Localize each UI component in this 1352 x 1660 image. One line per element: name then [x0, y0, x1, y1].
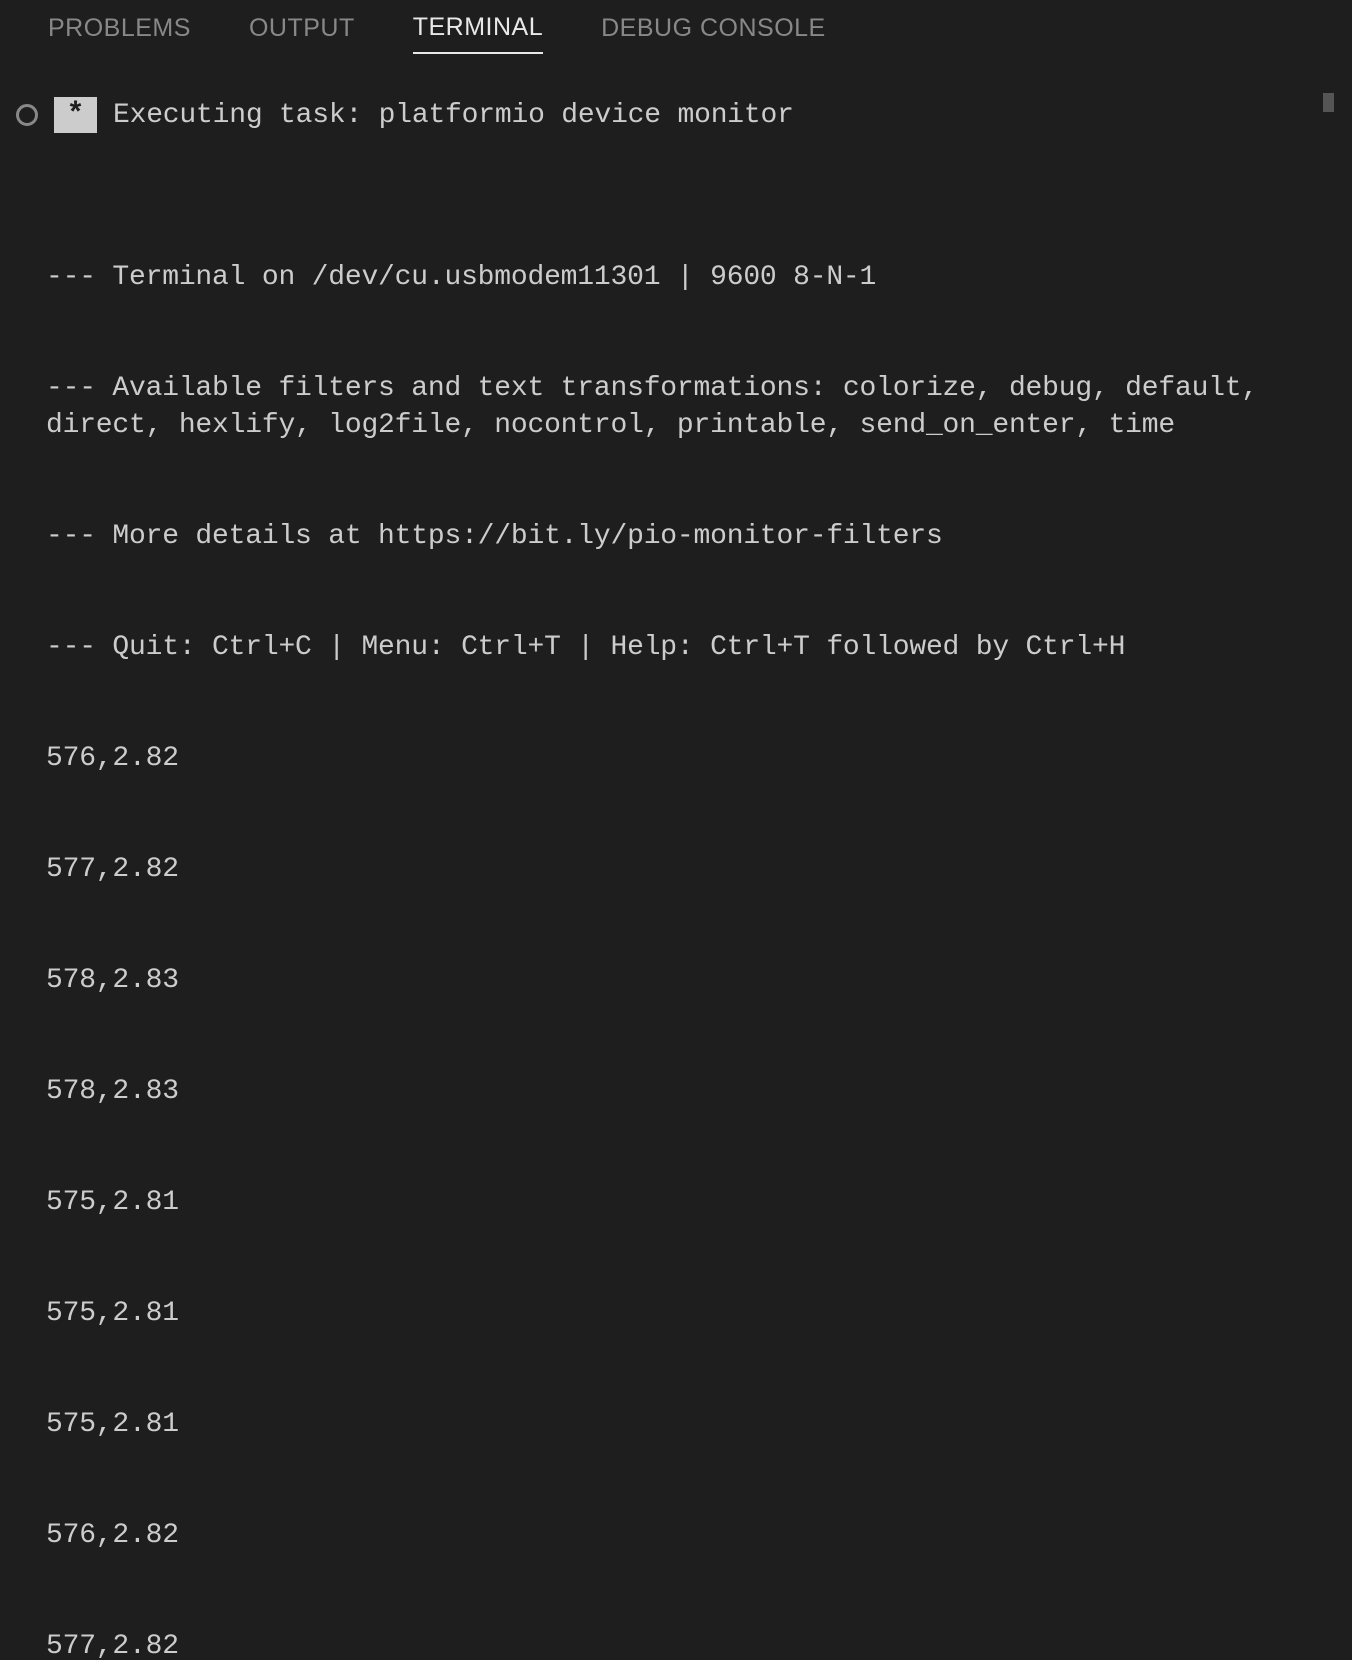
data-output-line: 577,2.82 — [46, 1628, 1352, 1660]
data-output-line: 578,2.83 — [46, 962, 1352, 999]
data-output-line: 576,2.82 — [46, 740, 1352, 777]
terminal-line: --- Quit: Ctrl+C | Menu: Ctrl+T | Help: … — [46, 629, 1352, 666]
terminal-panel[interactable]: * Executing task: platformio device moni… — [0, 67, 1352, 1660]
task-command-text: Executing task: platformio device monito… — [113, 100, 794, 131]
scrollbar-thumb[interactable] — [1323, 93, 1334, 112]
terminal-line: --- Terminal on /dev/cu.usbmodem11301 | … — [46, 259, 1352, 296]
terminal-line: --- Available filters and text transform… — [46, 370, 1352, 444]
data-output-line: 577,2.82 — [46, 851, 1352, 888]
tab-problems[interactable]: PROBLEMS — [48, 14, 191, 53]
terminal-line: --- More details at https://bit.ly/pio-m… — [46, 518, 1352, 555]
data-output-line: 576,2.82 — [46, 1517, 1352, 1554]
tab-debug-console[interactable]: DEBUG CONSOLE — [601, 14, 826, 53]
task-asterisk-badge: * — [54, 97, 97, 133]
terminal-output[interactable]: --- Terminal on /dev/cu.usbmodem11301 | … — [16, 185, 1352, 1660]
panel-tabs: PROBLEMS OUTPUT TERMINAL DEBUG CONSOLE — [0, 0, 1352, 67]
data-output-line: 575,2.81 — [46, 1406, 1352, 1443]
task-status-icon — [16, 104, 38, 126]
task-header: * Executing task: platformio device moni… — [16, 97, 1352, 133]
tab-output[interactable]: OUTPUT — [249, 14, 355, 53]
data-output-line: 575,2.81 — [46, 1295, 1352, 1332]
data-output-line: 575,2.81 — [46, 1184, 1352, 1221]
data-output-line: 578,2.83 — [46, 1073, 1352, 1110]
tab-terminal[interactable]: TERMINAL — [413, 13, 543, 54]
